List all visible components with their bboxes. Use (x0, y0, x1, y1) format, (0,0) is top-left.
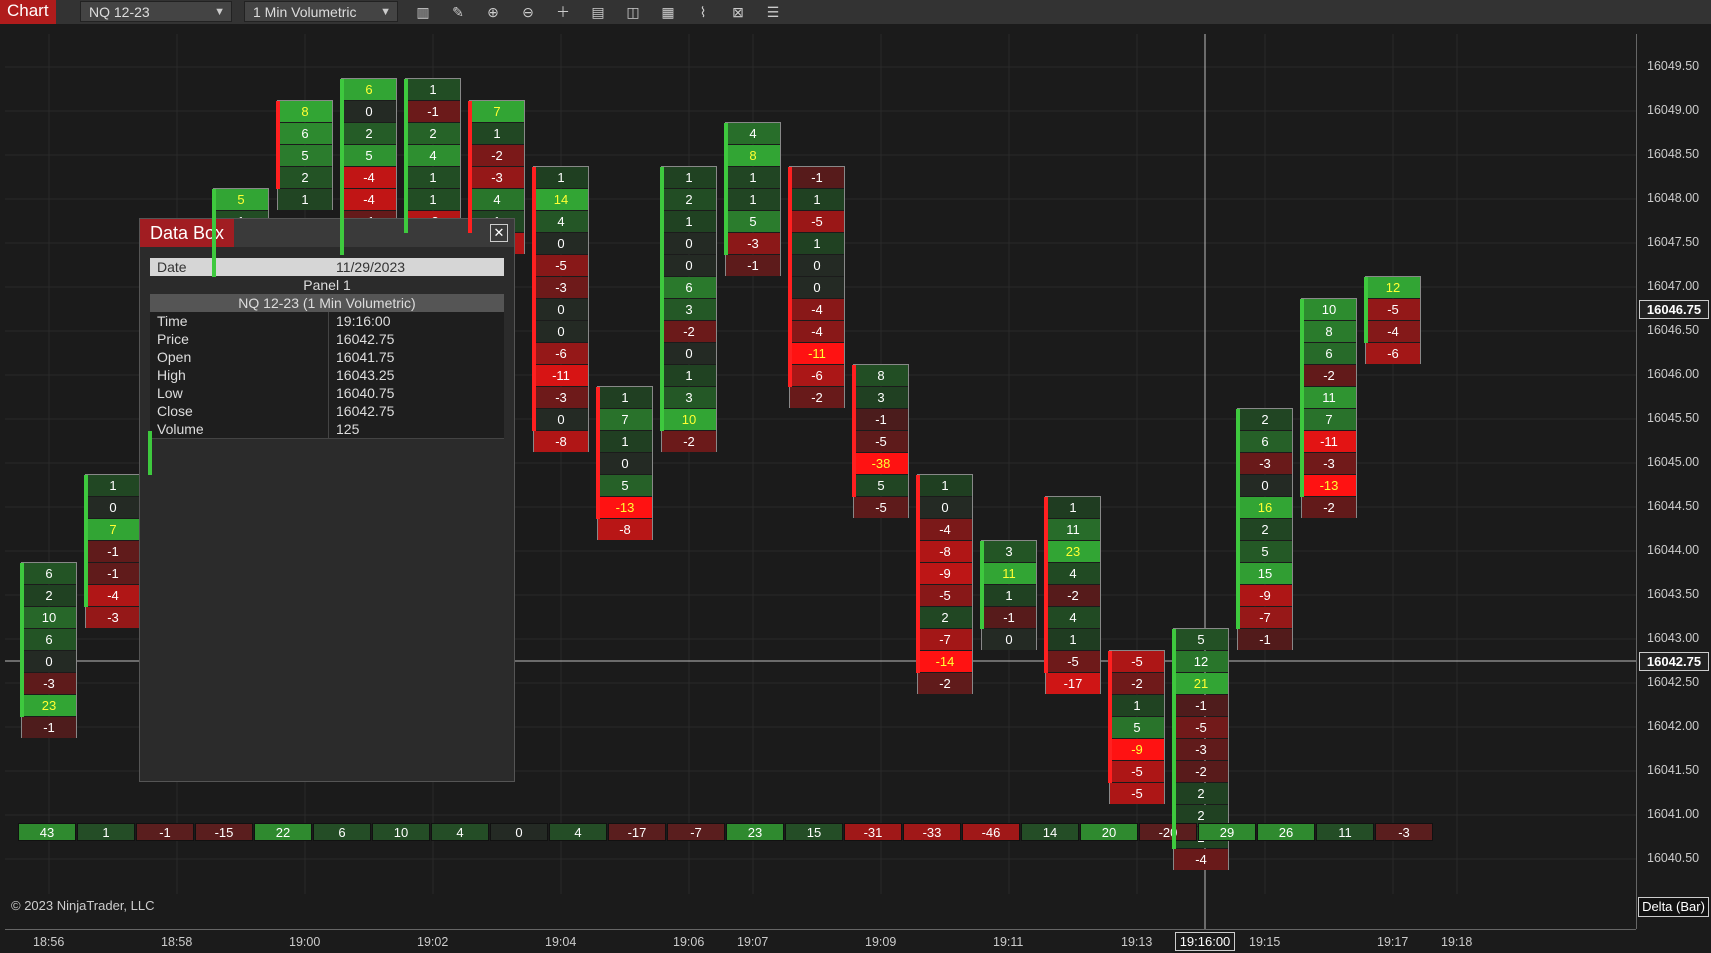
delta-bar-label: Delta (Bar) (1638, 897, 1709, 917)
price-tick-label: 16043.00 (1647, 631, 1700, 645)
data-box-row-label: Time (157, 313, 188, 329)
price-tick-label: 16048.50 (1647, 147, 1700, 161)
data-box-window[interactable]: Data Box ✕ Date 11/29/2023 Panel 1 NQ 12… (139, 218, 515, 782)
time-tick-label: 19:02 (417, 935, 449, 949)
data-box-row: High 16043.25 (150, 366, 504, 385)
column-divider (328, 312, 329, 330)
data-box-row: Low 16040.75 (150, 384, 504, 403)
pencil-icon[interactable]: ✎ (449, 3, 467, 21)
data-box-row: Open 16041.75 (150, 348, 504, 367)
data-box-row-label: Price (157, 331, 189, 347)
column-divider (328, 330, 329, 348)
time-tick-label: 19:17 (1377, 935, 1409, 949)
time-tick-label: 18:56 (33, 935, 65, 949)
data-box-row-label: Volume (157, 421, 204, 437)
price-tick-label: 16042.00 (1647, 719, 1700, 733)
time-tick-label: 19:11 (993, 935, 1024, 949)
price-tick-label: 16049.50 (1647, 59, 1700, 73)
data-box-row: Price 16042.75 (150, 330, 504, 349)
chart-toolbar: Chart NQ 12-23 ▼ 1 Min Volumetric ▼ ▥ ✎ ⊕ ⊖… (0, 0, 1711, 24)
instrument-selector[interactable]: NQ 12-23 ▼ (80, 1, 232, 22)
cursor-time-label: 19:16:00 (1175, 932, 1235, 951)
date-label: Date (157, 259, 187, 275)
data-box-row-label: Close (157, 403, 193, 419)
data-box-row-label: Open (157, 349, 192, 365)
data-box-header[interactable]: Data Box ✕ (140, 219, 514, 247)
price-axis[interactable]: 16049.50 16049.00 16048.50 16048.00 16047.50… (1636, 34, 1711, 929)
data-box-row-value: 19:16:00 (336, 313, 391, 329)
price-tick-label: 16042.50 (1647, 675, 1700, 689)
crosshair-icon[interactable]: ＋ (554, 3, 572, 21)
time-tick-label: 19:15 (1249, 935, 1281, 949)
data-box-row-value: 16041.75 (336, 349, 395, 365)
zoom-in-icon[interactable]: ⊕ (484, 3, 502, 21)
time-axis[interactable]: 18:56 18:58 19:00 19:02 19:04 19:06 19:07 19:09… (5, 929, 1636, 953)
time-tick-label: 19:18 (1441, 935, 1473, 949)
strategies-icon[interactable]: ⌇ (694, 3, 712, 21)
time-tick-label: 19:07 (737, 935, 769, 949)
price-tick-label: 16041.00 (1647, 807, 1700, 821)
time-tick-label: 19:00 (289, 935, 321, 949)
data-box-row-value: 125 (336, 421, 360, 437)
price-tick-label: 16048.00 (1647, 191, 1700, 205)
price-tick-label: 16044.00 (1647, 543, 1700, 557)
date-value: 11/29/2023 (336, 259, 406, 275)
cursor-price-label: 16042.75 (1639, 652, 1709, 671)
time-tick-label: 18:58 (161, 935, 193, 949)
data-box-row-label: Low (157, 385, 183, 401)
data-box-row-label: High (157, 367, 186, 383)
price-tick-label: 16047.50 (1647, 235, 1700, 249)
column-divider (328, 420, 329, 438)
time-tick-label: 19:09 (865, 935, 897, 949)
data-box-row-value: 16042.75 (336, 331, 395, 347)
data-box-title: Data Box (140, 219, 235, 247)
data-box-row-value: 16040.75 (336, 385, 395, 401)
price-tick-label: 16046.50 (1647, 323, 1700, 337)
chart-title: Chart (0, 0, 56, 24)
data-box-row: Close 16042.75 (150, 402, 504, 421)
templates-icon[interactable]: ◫ (624, 3, 642, 21)
instrument-label: NQ 12-23 (89, 4, 150, 20)
indicators-icon[interactable]: ▦ (659, 3, 677, 21)
data-box-row-value: 16042.75 (336, 403, 395, 419)
price-tick-label: 16049.00 (1647, 103, 1700, 117)
column-divider (328, 402, 329, 420)
price-tick-label: 16043.50 (1647, 587, 1700, 601)
bars-icon[interactable]: ▥ (414, 3, 432, 21)
copyright-text: © 2023 NinjaTrader, LLC (11, 898, 155, 913)
data-box-row: Time 19:16:00 (150, 312, 504, 331)
price-tick-label: 16044.50 (1647, 499, 1700, 513)
data-box-series: NQ 12-23 (1 Min Volumetric) (150, 294, 504, 312)
price-tick-label: 16045.00 (1647, 455, 1700, 469)
price-tick-label: 16041.50 (1647, 763, 1700, 777)
price-tick-label: 16040.50 (1647, 851, 1700, 865)
data-box-row-value: 16043.25 (336, 367, 395, 383)
time-tick-label: 19:06 (673, 935, 705, 949)
column-divider (328, 348, 329, 366)
data-box-row: Volume 125 (150, 420, 504, 439)
price-tick-label: 16045.50 (1647, 411, 1700, 425)
column-divider (328, 366, 329, 384)
properties-icon[interactable]: ▤ (589, 3, 607, 21)
bar-type-label: 1 Min Volumetric (253, 4, 357, 20)
dataseries-icon[interactable]: ⊠ (729, 3, 747, 21)
data-box-panel: Panel 1 (303, 277, 351, 293)
time-tick-label: 19:04 (545, 935, 577, 949)
column-divider (328, 384, 329, 402)
zoom-out-icon[interactable]: ⊖ (519, 3, 537, 21)
current-price-label: 16046.75 (1639, 300, 1709, 319)
data-box-date-row: Date 11/29/2023 (150, 258, 504, 276)
price-tick-label: 16046.00 (1647, 367, 1700, 381)
price-tick-label: 16047.00 (1647, 279, 1700, 293)
close-icon[interactable]: ✕ (490, 224, 508, 242)
bar-type-selector[interactable]: 1 Min Volumetric ▼ (244, 1, 398, 22)
chevron-down-icon: ▼ (214, 6, 225, 18)
list-icon[interactable]: ☰ (764, 3, 782, 21)
time-tick-label: 19:13 (1121, 935, 1153, 949)
chevron-down-icon: ▼ (380, 6, 391, 18)
